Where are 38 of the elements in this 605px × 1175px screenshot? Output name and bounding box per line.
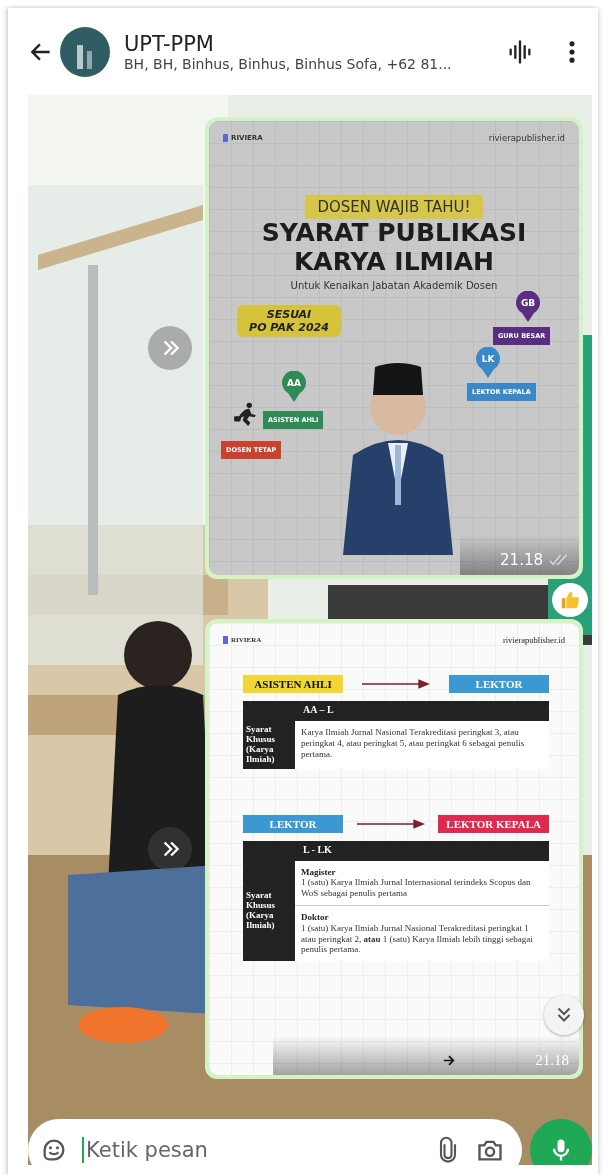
image-message[interactable] xyxy=(205,619,583,1079)
table-row-header: Syarat Khusus (Karya Ilmiah) xyxy=(243,860,295,962)
step-code: LK xyxy=(480,353,496,364)
group-members: BH, BH, Binhus, Binhus, Binhus Sofa, +62 81... xyxy=(124,55,453,72)
table-header-cell: L - LK xyxy=(295,840,549,861)
rank-label: ASISTEN AHLI xyxy=(243,675,343,693)
message-field[interactable]: Ketik pesan xyxy=(28,1119,522,1165)
step-code: GB xyxy=(519,297,537,308)
badge-text: SESUAI xyxy=(266,307,312,321)
forward-button[interactable] xyxy=(148,827,192,871)
degree-heading: Doktor xyxy=(301,911,330,923)
group-avatar[interactable] xyxy=(60,26,110,77)
message-time: 21.18 xyxy=(535,1052,569,1069)
requirement-text: 1 (satu) Karya Ilmiah Jurnal Internasional terindeks Scopus dan WoS sebagai penulis pertama xyxy=(301,877,532,899)
running-person-icon xyxy=(233,400,259,427)
rank-label: LEKTOR xyxy=(449,675,549,693)
table-header-cell: AA – L xyxy=(295,701,549,721)
degree-heading: Magister xyxy=(301,866,337,878)
publisher-handle: rivierapublisher.id xyxy=(502,635,565,645)
requirement-text: 1 (satu) Karya Ilmiah Jurnal Nasional Terakreditasi peringkat 1 atau peringkat 2, atau 1 (satu) Karya Ilmiah lebih tinggi sebagai penulis pertama. xyxy=(301,922,534,956)
publisher-handle: rivierapublisher.id xyxy=(488,133,565,143)
badge-text: PO PAK 2024 xyxy=(249,320,329,334)
chat-title[interactable]: UPT-PPM xyxy=(124,31,482,56)
rank-label: LEKTOR KEPALA xyxy=(438,814,549,833)
message-time: 21.18 xyxy=(500,551,543,569)
table-row-header: Syarat Khusus (Karya Ilmiah) xyxy=(243,721,295,769)
poster-title: SYARAT PUBLIKASI xyxy=(261,219,527,248)
arrow-icon xyxy=(356,818,425,829)
arrow-icon xyxy=(362,679,430,689)
poster-title: KARYA ILMIAH xyxy=(293,247,495,277)
rank-label: LEKTOR xyxy=(243,814,343,833)
text-input[interactable]: Ketik pesan xyxy=(82,1137,420,1163)
arrow-icon xyxy=(443,1055,456,1066)
thumbs-up-icon xyxy=(559,589,581,611)
poster-tagline: DOSEN WAJIB TAHU! xyxy=(305,195,483,219)
poster-subtitle: Untuk Kenaikan Jabatan Akademik Dosen xyxy=(290,279,498,291)
step-code: AA xyxy=(286,377,302,388)
requirement-text: Karya Ilmiah Jurnal Nasional Terakreditasi peringkat 3, atau peringkat 4, atau peringkat 5, atau peringkat 6 sebagai penulis pertama. xyxy=(301,727,526,760)
